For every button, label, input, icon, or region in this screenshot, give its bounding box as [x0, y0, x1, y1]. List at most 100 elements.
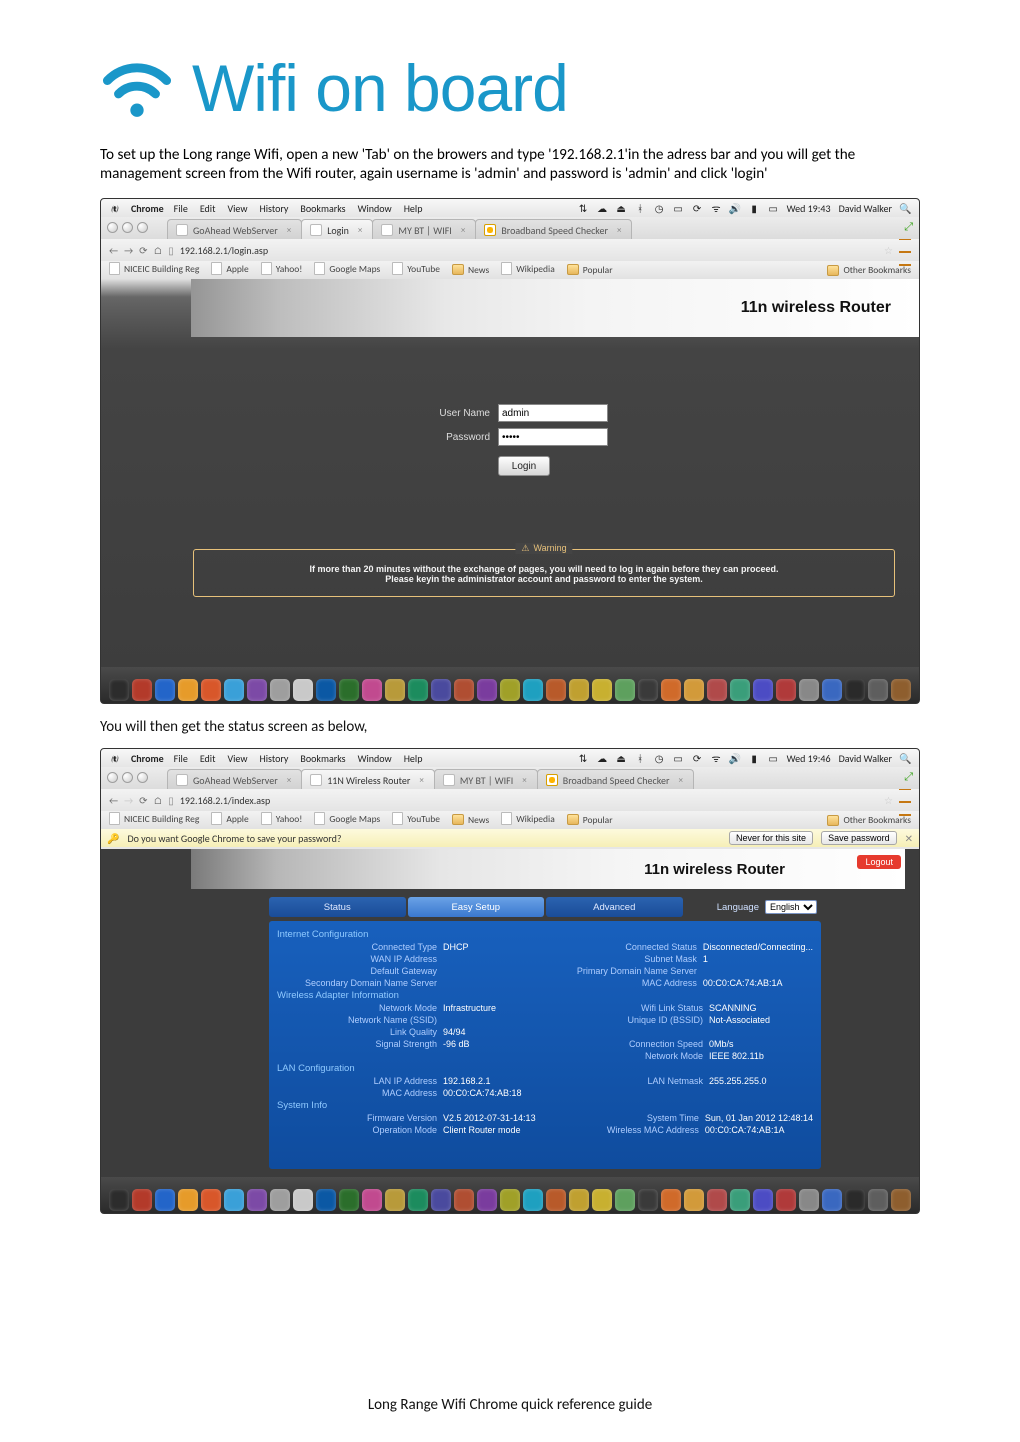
dock-app[interactable]	[730, 1189, 750, 1211]
dock-app[interactable]	[776, 679, 796, 701]
bookmark-item[interactable]: Popular	[567, 814, 613, 826]
dock-app[interactable]	[845, 1189, 865, 1211]
dock-app[interactable]	[638, 679, 658, 701]
dock-app[interactable]	[201, 1189, 221, 1211]
menu-item[interactable]: File	[174, 202, 188, 215]
tab-close-icon[interactable]: ×	[287, 225, 291, 236]
dock-app[interactable]	[684, 1189, 704, 1211]
dock-app[interactable]	[868, 1189, 888, 1211]
dock-app[interactable]	[569, 1189, 589, 1211]
dock-app[interactable]	[569, 679, 589, 701]
dock-app[interactable]	[500, 679, 520, 701]
dock-app[interactable]	[316, 679, 336, 701]
browser-tab[interactable]: MY BT | WIFI×	[434, 769, 538, 789]
dock-app[interactable]	[799, 679, 819, 701]
dock-app[interactable]	[362, 1189, 382, 1211]
url-text[interactable]: 192.168.2.1/login.asp	[180, 244, 268, 257]
fullscreen-icon[interactable]: ⤢	[904, 770, 913, 784]
dock-app[interactable]	[868, 679, 888, 701]
dock-app[interactable]	[477, 679, 497, 701]
dock-app[interactable]	[109, 1189, 129, 1211]
browser-tab[interactable]: 11N Wireless Router×	[301, 769, 435, 789]
dock-app[interactable]	[431, 1189, 451, 1211]
dock-app[interactable]	[822, 679, 842, 701]
dock-app[interactable]	[339, 679, 359, 701]
dock-app[interactable]	[132, 1189, 152, 1211]
home-icon[interactable]: ⌂	[154, 244, 163, 257]
fullscreen-icon[interactable]: ⤢	[904, 220, 913, 234]
menu-item[interactable]: History	[260, 202, 289, 215]
dock-app[interactable]	[408, 679, 428, 701]
dock-app[interactable]	[615, 1189, 635, 1211]
dock-app[interactable]	[224, 679, 244, 701]
dock-app[interactable]	[707, 1189, 727, 1211]
dock-app[interactable]	[339, 1189, 359, 1211]
dock-app[interactable]	[546, 679, 566, 701]
window-traffic-lights[interactable]	[107, 772, 148, 783]
back-icon[interactable]: ←	[109, 794, 118, 807]
menu-item[interactable]: Edit	[200, 752, 216, 765]
dock-app[interactable]	[362, 679, 382, 701]
dock-app[interactable]	[638, 1189, 658, 1211]
menu-item[interactable]: Help	[404, 202, 423, 215]
menu-item[interactable]: Help	[404, 752, 423, 765]
tab-advanced[interactable]: Advanced	[546, 897, 683, 917]
menu-item[interactable]: File	[174, 752, 188, 765]
dock-app[interactable]	[293, 679, 313, 701]
dock-app[interactable]	[385, 679, 405, 701]
dock-app[interactable]	[707, 679, 727, 701]
dock-app[interactable]	[454, 1189, 474, 1211]
bookmark-item[interactable]: YouTube	[392, 812, 440, 825]
dock-app[interactable]	[155, 1189, 175, 1211]
browser-tab[interactable]: MY BT | WIFI×	[372, 219, 476, 239]
menu-item[interactable]: Bookmarks	[300, 752, 345, 765]
other-bookmarks[interactable]: Other Bookmarks	[827, 814, 911, 826]
dock-app[interactable]	[178, 1189, 198, 1211]
dock-app[interactable]	[684, 679, 704, 701]
tab-close-icon[interactable]: ×	[678, 775, 682, 786]
login-button[interactable]: Login	[498, 456, 550, 476]
menu-item[interactable]: Window	[358, 202, 392, 215]
bookmark-star-icon[interactable]: ☆	[884, 794, 893, 807]
menu-item[interactable]: Window	[358, 752, 392, 765]
language-selector[interactable]: Language English	[685, 897, 822, 917]
tab-easy-setup[interactable]: Easy Setup	[408, 897, 545, 917]
back-icon[interactable]: ←	[109, 244, 118, 257]
dock-app[interactable]	[822, 1189, 842, 1211]
bookmark-item[interactable]: NICEIC Building Reg	[109, 262, 199, 275]
dock-app[interactable]	[201, 679, 221, 701]
dock-app[interactable]	[661, 1189, 681, 1211]
tab-status[interactable]: Status	[269, 897, 406, 917]
bookmark-item[interactable]: YouTube	[392, 262, 440, 275]
tab-close-icon[interactable]: ×	[287, 775, 291, 786]
menu-item[interactable]: View	[227, 202, 247, 215]
bookmark-item[interactable]: News	[452, 264, 489, 276]
dock-app[interactable]	[109, 679, 129, 701]
dock-app[interactable]	[385, 1189, 405, 1211]
dock-app[interactable]	[155, 679, 175, 701]
dock-app[interactable]	[293, 1189, 313, 1211]
dock-app[interactable]	[661, 679, 681, 701]
reload-icon[interactable]: ⟳	[139, 794, 147, 807]
dock-app[interactable]	[316, 1189, 336, 1211]
dock-app[interactable]	[431, 679, 451, 701]
save-password-button[interactable]: Save password	[821, 831, 897, 845]
bookmark-item[interactable]: Google Maps	[314, 812, 380, 825]
dock-app[interactable]	[247, 1189, 267, 1211]
dock-app[interactable]	[753, 1189, 773, 1211]
window-traffic-lights[interactable]	[107, 222, 148, 233]
bookmark-item[interactable]: Apple	[211, 812, 248, 825]
bookmark-item[interactable]: Wikipedia	[501, 812, 555, 825]
forward-icon[interactable]: →	[124, 244, 133, 257]
close-icon[interactable]: ✕	[905, 832, 913, 845]
dock-app[interactable]	[270, 1189, 290, 1211]
browser-tab[interactable]: Broadband Speed Checker×	[537, 769, 694, 789]
dock-app[interactable]	[178, 679, 198, 701]
dock-app[interactable]	[776, 1189, 796, 1211]
dock-app[interactable]	[799, 1189, 819, 1211]
tab-close-icon[interactable]: ×	[358, 225, 362, 236]
password-input[interactable]	[498, 428, 608, 446]
tab-close-icon[interactable]: ×	[617, 225, 621, 236]
dock-app[interactable]	[592, 1189, 612, 1211]
dock-app[interactable]	[615, 679, 635, 701]
